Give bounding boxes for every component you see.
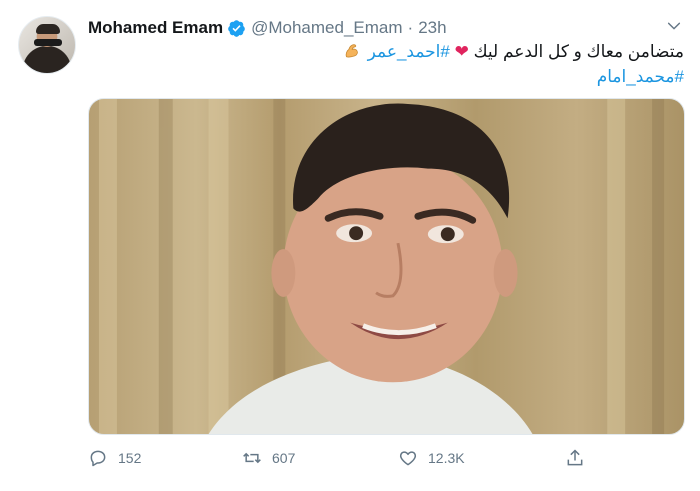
tweet-time[interactable]: 23h	[418, 18, 446, 38]
tweet-text-line-1: متضامن معاك و كل الدعم ليك ❤ #احمد_عمر	[343, 42, 684, 62]
photo-content	[98, 99, 665, 434]
author-name[interactable]: Mohamed Emam	[88, 18, 223, 38]
red-heart-emoji: ❤	[454, 42, 469, 61]
tweet-text-line-2: #محمد_امام	[597, 67, 684, 87]
retweet-button[interactable]: 607	[242, 448, 295, 468]
reply-count: 152	[118, 450, 142, 466]
tweet-text: متضامن معاك و كل الدعم ليك	[473, 42, 684, 61]
share-button[interactable]	[565, 448, 595, 468]
like-count: 12.3K	[428, 450, 465, 466]
reply-icon	[90, 450, 106, 467]
chevron-down-icon[interactable]	[666, 18, 682, 34]
tweet-header: Mohamed Emam @Mohamed_Emam · 23h	[88, 17, 447, 39]
separator-dot: ·	[407, 18, 414, 37]
like-button[interactable]: 12.3K	[398, 448, 465, 468]
share-icon	[567, 449, 583, 466]
tweet-photo[interactable]	[88, 98, 685, 435]
flexed-biceps-icon	[345, 44, 358, 58]
tweet-actions: 152 607 12.3K	[88, 448, 685, 472]
hashtag-ahmed-omar[interactable]: #احمد_عمر	[368, 42, 450, 61]
verified-badge-icon	[228, 19, 245, 37]
author-handle[interactable]: @Mohamed_Emam	[251, 18, 402, 38]
avatar-hair	[36, 24, 60, 34]
retweet-count: 607	[272, 450, 296, 466]
reply-button[interactable]: 152	[88, 448, 141, 468]
hashtag-mohamed-emam[interactable]: #محمد_امام	[597, 67, 684, 86]
tweet[interactable]: Mohamed Emam @Mohamed_Emam · 23h متضامن …	[0, 0, 700, 491]
like-icon	[399, 451, 417, 466]
avatar-sunglasses	[34, 39, 62, 46]
author-avatar[interactable]	[18, 16, 76, 74]
retweet-icon	[243, 452, 261, 464]
